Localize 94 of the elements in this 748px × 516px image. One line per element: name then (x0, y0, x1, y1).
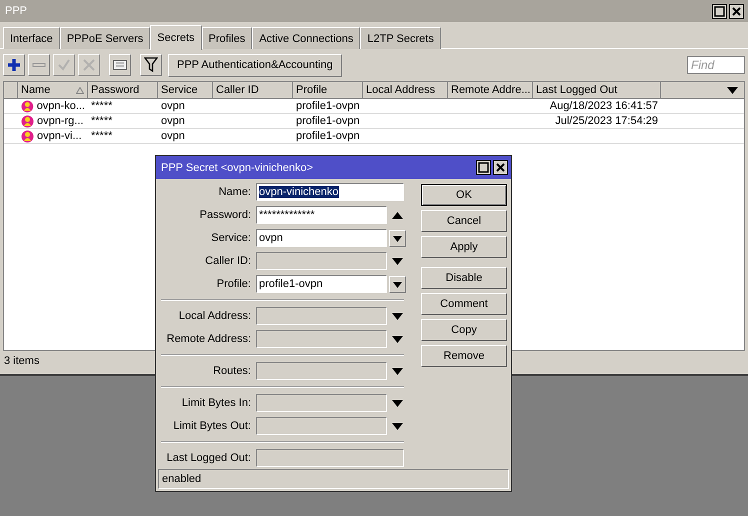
dialog-button[interactable]: Disable (421, 267, 507, 289)
item-count: 3 items (4, 355, 40, 367)
column-header[interactable]: Local Address (366, 84, 436, 96)
expand-arrow-icon[interactable] (392, 258, 403, 264)
filter-icon (144, 57, 158, 73)
add-button[interactable] (3, 54, 25, 76)
field-label: Password: (198, 209, 252, 221)
status-text: enabled (162, 473, 202, 485)
table-cell: ***** (91, 100, 112, 112)
input-field[interactable] (256, 394, 387, 412)
table-cell: profile1-ovpn (296, 100, 360, 112)
expand-arrow-icon[interactable] (392, 422, 403, 430)
field-label: Last Logged Out: (166, 452, 252, 464)
input-field[interactable]: ovpn (256, 229, 387, 247)
find-field[interactable]: Find (687, 56, 745, 74)
dialog-button[interactable]: Comment (421, 293, 507, 315)
input-field[interactable] (256, 307, 387, 325)
dropdown-arrow-icon (393, 233, 402, 243)
column-header[interactable]: Password (91, 84, 140, 96)
input-field[interactable] (256, 330, 387, 348)
expand-arrow-icon[interactable] (392, 368, 403, 374)
tab[interactable]: Interface (3, 27, 60, 49)
input-field[interactable]: ************* (256, 206, 387, 224)
dropdown-arrow-icon (393, 279, 402, 289)
note-icon (112, 58, 128, 72)
input-field[interactable]: profile1-ovpn (256, 275, 387, 293)
sort-icon (76, 86, 84, 94)
window-title: PPP (5, 5, 28, 17)
column-header[interactable]: Profile (296, 84, 328, 96)
column-header[interactable]: Name (21, 84, 50, 96)
tab[interactable]: Profiles (202, 27, 252, 49)
field-label: Local Address: (178, 310, 252, 322)
user-icon (21, 114, 34, 128)
table-cell: ovpn (161, 130, 185, 142)
dialog-button[interactable]: Apply (421, 236, 507, 258)
table-cell: Aug/18/2023 16:41:57 (550, 100, 658, 112)
expand-arrow-icon[interactable] (392, 312, 403, 320)
check-icon (57, 58, 71, 72)
field-label: Name: (218, 186, 252, 198)
table-row[interactable]: ovpn-ko... ***** ovpn profile1-ovpn Aug/18/2023 16:41:57 (4, 99, 744, 114)
table-cell: ovpn-rg... (37, 115, 84, 127)
column-header[interactable]: Remote Addre... (451, 84, 530, 96)
cross-icon (82, 58, 96, 72)
dialog-button[interactable]: OK (421, 184, 507, 206)
table-row[interactable]: ovpn-rg... ***** ovpn profile1-ovpn Jul/25/2023 17:54:29 (4, 114, 744, 129)
column-menu-icon[interactable] (727, 86, 738, 94)
tab[interactable]: L2TP Secrets (360, 27, 441, 49)
comment-button[interactable] (109, 54, 131, 76)
dropdown-button[interactable] (389, 276, 406, 292)
field-label: Limit Bytes Out: (172, 420, 252, 432)
field-label: Limit Bytes In: (180, 397, 252, 409)
table-cell: ovpn-ko... (36, 100, 85, 112)
filter-button[interactable] (140, 54, 162, 76)
expand-arrow-icon[interactable] (392, 336, 403, 342)
field-label: Profile: (216, 278, 252, 290)
table-cell: profile1-ovpn (296, 115, 360, 127)
table-cell: ovpn-vi... (37, 130, 82, 142)
input-field[interactable] (256, 362, 387, 380)
field-label: Service: (210, 232, 252, 244)
user-icon (21, 130, 34, 142)
user-icon (21, 100, 34, 112)
remove-button[interactable] (28, 54, 50, 76)
dialog-button[interactable]: Cancel (421, 210, 507, 232)
dialog-button[interactable]: Remove (421, 345, 507, 367)
table-cell: profile1-ovpn (296, 130, 360, 142)
table-cell: ovpn (161, 115, 185, 127)
field-label: Remote Address: (166, 333, 252, 345)
maximize-icon[interactable] (476, 160, 491, 175)
column-header[interactable]: Last Logged Out (536, 84, 618, 96)
collapse-arrow-icon[interactable] (392, 212, 403, 218)
table-cell: ***** (91, 130, 112, 142)
tab[interactable]: Active Connections (252, 27, 360, 49)
tab[interactable]: Secrets (150, 25, 202, 50)
input-field[interactable] (256, 252, 387, 270)
close-icon[interactable] (493, 160, 508, 175)
table-cell: Jul/25/2023 17:54:29 (555, 115, 658, 127)
table-row[interactable]: ovpn-vi... ***** ovpn profile1-ovpn (4, 129, 744, 144)
input-field[interactable]: ovpn-vinichenko (256, 183, 404, 201)
dropdown-button[interactable] (389, 230, 406, 246)
column-header[interactable]: Caller ID (216, 84, 259, 96)
close-icon[interactable] (729, 4, 744, 18)
tab[interactable]: PPPoE Servers (60, 27, 150, 49)
field-label: Caller ID: (204, 255, 252, 267)
maximize-icon[interactable] (712, 4, 727, 18)
table-cell: ovpn (161, 100, 185, 112)
input-field[interactable] (256, 417, 387, 435)
column-header[interactable]: Service (161, 84, 198, 96)
expand-arrow-icon[interactable] (392, 400, 403, 406)
table-cell: ***** (91, 115, 112, 127)
plus-icon (7, 58, 21, 72)
field-label: Routes: (212, 365, 252, 377)
dialog-title: PPP Secret <ovpn-vinichenko> (161, 162, 314, 174)
ppp-authentication-accounting-button[interactable]: PPP Authentication&Accounting (168, 54, 342, 76)
dialog-button[interactable]: Copy (421, 319, 507, 341)
